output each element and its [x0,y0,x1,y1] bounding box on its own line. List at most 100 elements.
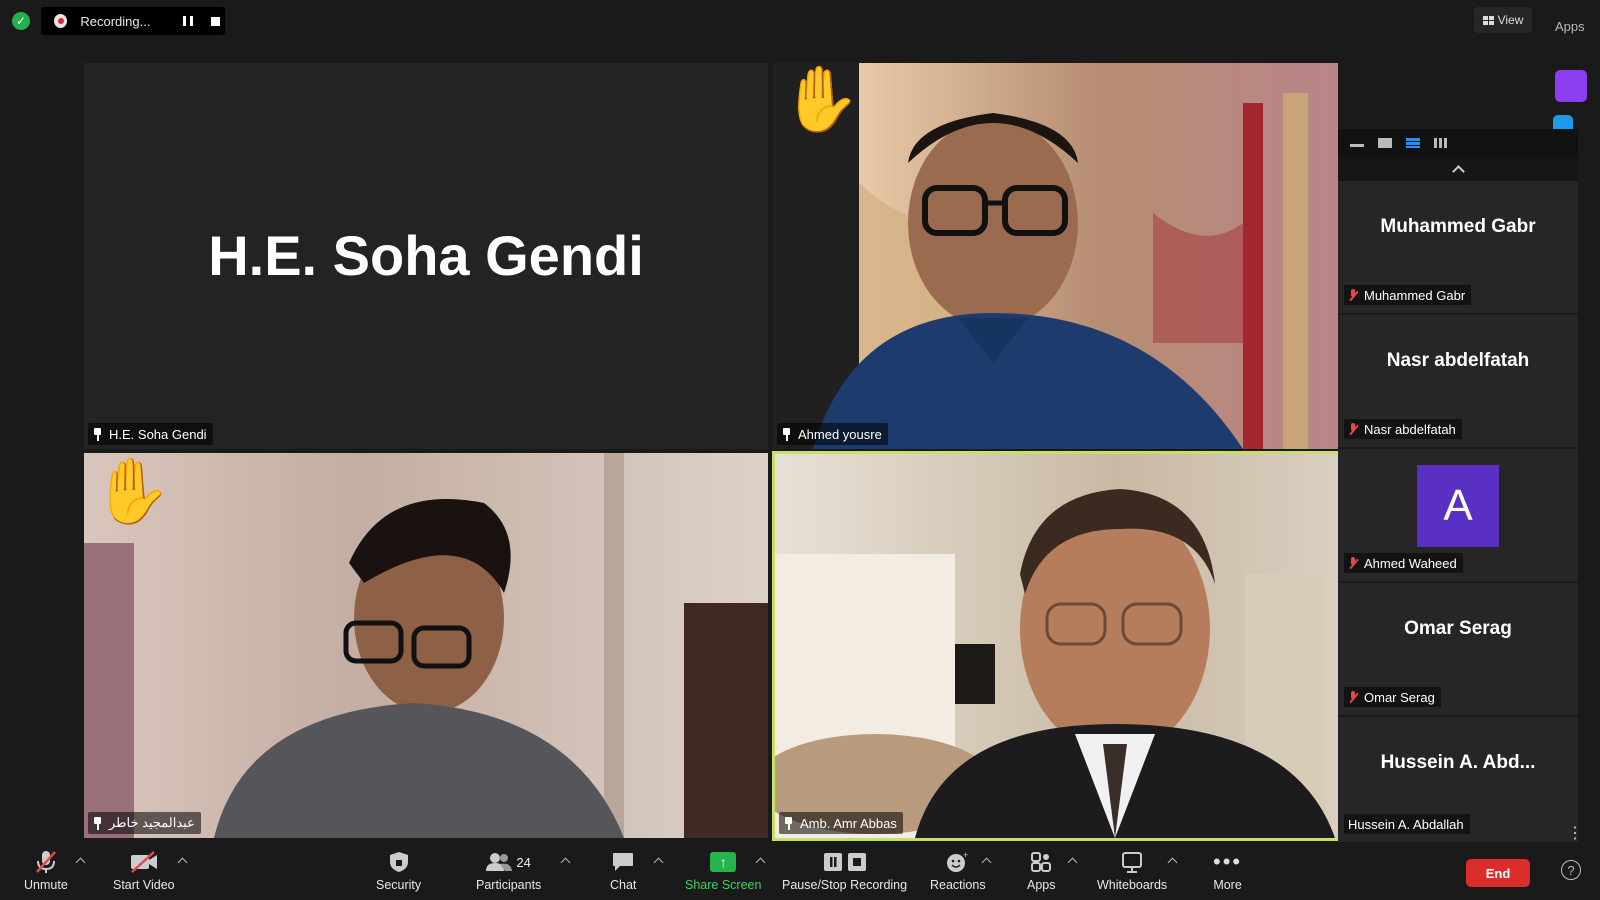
minimize-icon[interactable] [1350,139,1364,147]
pin-icon [92,816,103,830]
participants-options-chevron-icon[interactable] [560,857,571,868]
video-tile-ahmed-yousre[interactable]: ✋ Ahmed yousre [773,63,1338,449]
apps-label: Apps [1027,878,1056,892]
avatar: A [1417,465,1499,547]
participant-name-tag: Hussein A. Abdallah [1344,814,1470,834]
muted-mic-icon [1348,288,1358,302]
security-button[interactable]: Security [376,849,421,892]
chat-button[interactable]: Chat [610,849,636,892]
participant-display-name: Omar Serag [1404,618,1512,639]
start-video-label: Start Video [113,878,175,892]
participant-strip-panel: Muhammed Gabr Muhammed Gabr Nasr abdelfa… [1338,129,1578,844]
participant-tile[interactable]: Hussein A. Abd... Hussein A. Abdallah [1338,717,1578,844]
security-label: Security [376,878,422,892]
meeting-toolbar: Unmute Start Video Security 24 Participa… [0,847,1600,900]
view-label: View [1497,13,1524,27]
participants-label: Participants [476,878,542,892]
share-screen-button[interactable]: ↑ Share Screen [685,849,761,892]
video-off-icon [130,849,158,875]
pause-recording-button[interactable] [179,11,198,31]
svg-text:+: + [963,851,968,860]
end-meeting-button[interactable]: End [1466,859,1530,887]
scroll-up-button[interactable] [1338,157,1578,181]
participant-name: Ahmed yousre [798,426,882,442]
pin-icon [92,427,103,441]
chevron-up-icon [1451,165,1465,178]
start-video-button[interactable]: Start Video [113,849,175,892]
view-mode-bar [1338,129,1578,157]
reactions-label: Reactions [930,878,986,892]
participant-name-tag: Ahmed yousre [777,423,888,445]
muted-mic-icon [1348,690,1358,704]
recording-dot-icon [54,14,68,28]
video-options-chevron-icon[interactable] [177,857,188,868]
share-screen-icon: ↑ [710,849,737,875]
apps-top-label[interactable]: Apps [1555,19,1585,34]
participant-name-tag: Amb. Amr Abbas [779,812,903,834]
participant-name: Amb. Amr Abbas [800,815,897,831]
participant-name: Muhammed Gabr [1364,287,1466,303]
help-icon[interactable]: ? [1561,860,1581,880]
pin-icon [783,816,794,830]
recording-status: Recording... [80,13,151,29]
more-options-icon[interactable]: ⋮ [1567,826,1583,842]
apps-options-chevron-icon[interactable] [1067,857,1078,868]
participant-video-feed [84,453,768,838]
chat-label: Chat [610,878,637,892]
share-screen-label: Share Screen [685,878,762,892]
video-tile-abdelmeguid-khater[interactable]: ✋ عبدالمجيد خاطر [84,453,768,838]
more-button[interactable]: ••• More [1213,849,1242,892]
whiteboards-button[interactable]: Whiteboards [1097,849,1167,892]
reactions-button[interactable]: + Reactions [930,849,986,892]
participant-name-tag: عبدالمجيد خاطر [88,812,201,834]
participant-tile[interactable]: Omar Serag Omar Serag [1338,583,1578,717]
pause-stop-recording-button[interactable]: Pause/Stop Recording [782,849,907,892]
chat-options-chevron-icon[interactable] [653,857,664,868]
video-tile-soha-gendi[interactable]: H.E. Soha Gendi H.E. Soha Gendi [84,63,768,449]
participant-name: Ahmed Waheed [1364,555,1457,571]
participant-name: Hussein A. Abdallah [1348,816,1464,832]
pin-icon [781,427,792,441]
chat-bubble-icon [612,849,634,875]
unmute-button[interactable]: Unmute [24,849,68,892]
encryption-shield-icon[interactable]: ✓ [12,12,30,30]
participant-name: Nasr abdelfatah [1364,421,1456,437]
participant-tile[interactable]: Muhammed Gabr Muhammed Gabr [1338,181,1578,315]
whiteboard-icon [1121,849,1143,875]
raised-hand-icon: ✋ [92,455,172,527]
participant-display-name: Muhammed Gabr [1380,216,1536,237]
participants-button[interactable]: 24 Participants [476,849,541,892]
pause-stop-recording-label: Pause/Stop Recording [782,878,908,892]
participant-name-tag: Ahmed Waheed [1344,553,1463,573]
gallery-view-icon[interactable] [1434,138,1448,148]
view-button[interactable]: View [1474,7,1532,33]
participant-display-name: Hussein A. Abd... [1380,752,1536,773]
participant-name-tag: Omar Serag [1344,687,1441,707]
participant-name-tag: Nasr abdelfatah [1344,419,1462,439]
whiteboards-label: Whiteboards [1097,878,1168,892]
strip-view-icon[interactable] [1406,138,1420,148]
participants-icon: 24 [486,849,531,875]
more-dots-icon: ••• [1213,849,1243,874]
muted-mic-icon [1348,556,1358,570]
zoom-meeting-window: ✓ Recording... View Apps H.E. Soha Gendi… [0,0,1600,900]
participant-name: عبدالمجيد خاطر [109,815,195,830]
participant-name: Omar Serag [1364,689,1435,705]
participants-count: 24 [516,854,531,870]
stop-icon [210,16,220,26]
pause-stop-icon [820,849,870,875]
participant-tile[interactable]: A Ahmed Waheed [1338,449,1578,583]
heart-app-icon[interactable] [1555,70,1587,102]
stop-recording-button[interactable] [206,11,225,31]
participant-display-name: Nasr abdelfatah [1386,350,1530,371]
whiteboards-options-chevron-icon[interactable] [1167,857,1178,868]
unmute-label: Unmute [24,878,68,892]
speaker-view-icon[interactable] [1378,138,1392,148]
muted-microphone-icon [35,849,57,875]
audio-options-chevron-icon[interactable] [75,857,86,868]
shield-icon [389,849,409,875]
recording-indicator: Recording... [41,7,225,35]
participant-tile[interactable]: Nasr abdelfatah Nasr abdelfatah [1338,315,1578,449]
pause-icon [183,16,194,26]
apps-button[interactable]: Apps [1027,849,1056,892]
